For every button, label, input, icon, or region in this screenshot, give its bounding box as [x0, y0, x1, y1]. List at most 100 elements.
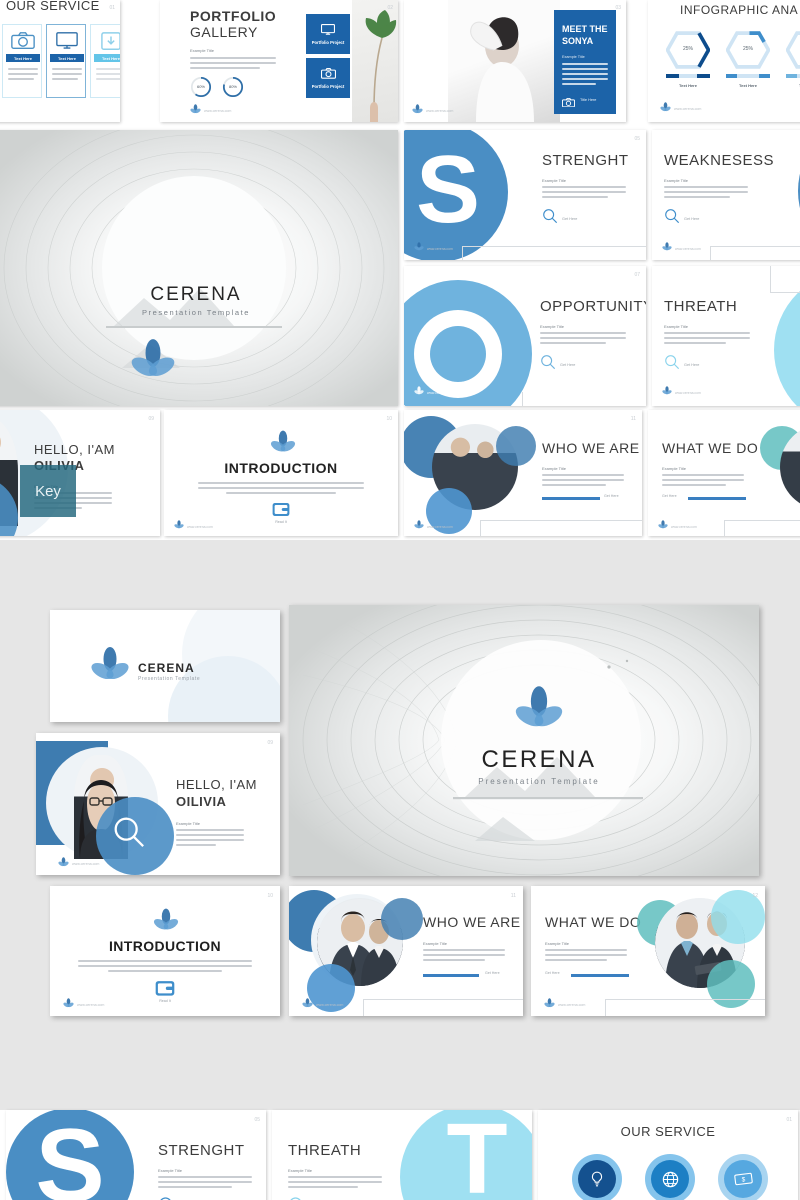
page-title: THREATH	[664, 298, 738, 315]
get-here-link[interactable]: Get Here	[562, 217, 577, 221]
magnifier-icon[interactable]	[664, 354, 680, 370]
service-card-2-button[interactable]: Text Here	[50, 54, 84, 62]
body-line	[288, 1186, 358, 1188]
body-line	[662, 479, 744, 481]
slide-our-service[interactable]: OUR SERVICE 01 Text Here Text Here Text	[0, 0, 120, 122]
portfolio-tile-2[interactable]: Portfolio Project	[306, 58, 350, 98]
body-line	[545, 949, 627, 951]
slide-who-we-are-large[interactable]: WHO WE ARE Example Title Get Here www.ce…	[289, 886, 523, 1016]
service-card-2[interactable]: Text Here	[46, 24, 86, 98]
magnifier-icon[interactable]	[542, 208, 558, 224]
sonya-title-line1: MEET THE	[562, 24, 608, 34]
divider	[724, 520, 725, 536]
hello-title-line2: OILIVIA	[176, 794, 227, 809]
body-line	[8, 68, 38, 70]
body-line	[288, 1181, 382, 1183]
page-title: INFOGRAPHIC ANA	[680, 3, 799, 17]
wallet-icon[interactable]	[155, 980, 175, 996]
progress-bar	[423, 974, 479, 977]
wallet-icon[interactable]	[272, 502, 290, 517]
service-icon-2-outer[interactable]	[645, 1154, 695, 1200]
hex-bar-1	[666, 74, 710, 78]
read-it-label[interactable]: Read It	[164, 520, 398, 524]
body-line	[664, 186, 748, 188]
money-icon: $	[724, 1160, 762, 1198]
slide-meet-the-sonya[interactable]: MEET THE SONYA Example Title Title Here …	[404, 0, 626, 122]
get-here-link[interactable]: Get Here	[684, 217, 699, 221]
slide-cerena-title-small[interactable]: CERENA Presentation Template	[50, 610, 280, 722]
service-icon-1-outer[interactable]	[572, 1154, 622, 1200]
slide-who-we-are[interactable]: WHO WE ARE Example Title Get Here www.ce…	[404, 410, 642, 536]
body-line	[52, 73, 82, 75]
slide-strenght[interactable]: S STRENGHT Example Title Get Here www.ce…	[404, 130, 646, 260]
divider	[710, 246, 711, 260]
slide-threath-bottom[interactable]: T THREATH Example Title	[272, 1110, 532, 1200]
get-here-link[interactable]: Get Here	[662, 494, 677, 498]
slide-weaknesess[interactable]: W WEAKNESESS Example Title Get Here www.…	[652, 130, 800, 260]
slide-our-service-bottom[interactable]: OUR SERVICE $ 01	[538, 1110, 798, 1200]
get-here-link[interactable]: Get Here	[545, 971, 560, 975]
slide-threath[interactable]: T THREATH Example Title Get Here www.cer…	[652, 266, 800, 406]
key-overlay-badge[interactable]: Key	[20, 465, 76, 517]
camera-icon	[562, 94, 575, 107]
slide-what-we-do-large[interactable]: WHAT WE DO Example Title Get Here www.ce…	[531, 886, 765, 1016]
body-line	[562, 68, 608, 70]
body-line	[158, 1181, 252, 1183]
divider	[710, 246, 800, 247]
slide-cerena-cover-hero[interactable]: CERENA Presentation Template	[289, 605, 759, 876]
cerena-logo-icon	[414, 242, 424, 252]
portfolio-title-line1: PORTFOLIO	[190, 8, 277, 24]
get-here-link[interactable]: Get Here	[485, 971, 500, 975]
footer-url: www.cerena.com	[77, 1003, 105, 1007]
sonya-text-panel: MEET THE SONYA Example Title Title Here	[554, 10, 616, 114]
slide-portfolio-gallery[interactable]: PORTFOLIO GALLERY Example Title 60% 80% …	[160, 0, 398, 122]
magnifier-icon[interactable]	[540, 354, 556, 370]
service-card-3-button[interactable]: Text Here	[94, 54, 120, 62]
page-number: 02	[387, 5, 393, 11]
divider	[522, 392, 523, 406]
page-title: INTRODUCTION	[108, 938, 222, 954]
service-card-1-button[interactable]: Text Here	[6, 54, 40, 62]
subtitle: Example Title	[664, 178, 689, 183]
body-line	[562, 63, 608, 65]
magnifier-icon[interactable]	[288, 1196, 306, 1200]
body-line	[78, 965, 252, 967]
service-card-3[interactable]: Text Here	[90, 24, 120, 98]
footer-url: www.cerena.com	[72, 862, 100, 866]
hex-bar-2	[726, 74, 770, 78]
slide-hello-oilivia-large[interactable]: HELLO, I'AM OILIVIA Example Title www.ce…	[36, 733, 280, 875]
slide-cerena-cover-large[interactable]: CERENA Presentation Template	[0, 130, 398, 406]
service-icon-3-outer[interactable]: $	[718, 1154, 768, 1200]
body-line	[542, 484, 606, 486]
magnifier-icon[interactable]	[664, 208, 680, 224]
body-line	[176, 844, 216, 846]
magnifier-icon[interactable]	[158, 1196, 176, 1200]
slide-what-we-do[interactable]: WHAT WE DO Example Title Get Here www.ce…	[648, 410, 800, 536]
brand-tagline: Presentation Template	[478, 777, 600, 786]
page-number: 11	[510, 893, 516, 899]
footer-url: www.cerena.com	[671, 525, 697, 529]
body-line	[545, 959, 607, 961]
divider	[770, 292, 800, 293]
body-line	[176, 839, 244, 841]
slide-introduction-large[interactable]: INTRODUCTION Read It www.cerena.com 10	[50, 886, 280, 1016]
slide-introduction[interactable]: INTRODUCTION Read It www.cerena.com 10	[164, 410, 398, 536]
get-here-link[interactable]: Get Here	[604, 494, 619, 498]
page-number: 07	[634, 272, 640, 278]
slide-strenght-bottom[interactable]: S STRENGHT Example Title 05	[6, 1110, 266, 1200]
body-line	[96, 68, 120, 70]
slide-infographic-analysis[interactable]: INFOGRAPHIC ANA 25% Text Here 25% Text H…	[648, 0, 800, 122]
get-here-link[interactable]: Get Here	[560, 363, 575, 367]
globe-icon	[651, 1160, 689, 1198]
sonya-subtitle: Example Title	[562, 55, 585, 59]
portfolio-tile-1[interactable]: Portfolio Project	[306, 14, 350, 54]
hex-gauge-2: 25%	[726, 30, 770, 70]
service-card-1[interactable]: Text Here	[2, 24, 42, 98]
slide-opportunity[interactable]: O OPPORTUNITY Example Title Get Here www…	[404, 266, 646, 406]
decor-circle	[381, 898, 423, 940]
sonya-cta-label[interactable]: Title Here	[580, 98, 596, 102]
page-number: 12	[752, 893, 758, 899]
page-number: 03	[615, 5, 621, 11]
get-here-link[interactable]: Get Here	[684, 363, 699, 367]
page-title: STRENGHT	[542, 152, 629, 169]
